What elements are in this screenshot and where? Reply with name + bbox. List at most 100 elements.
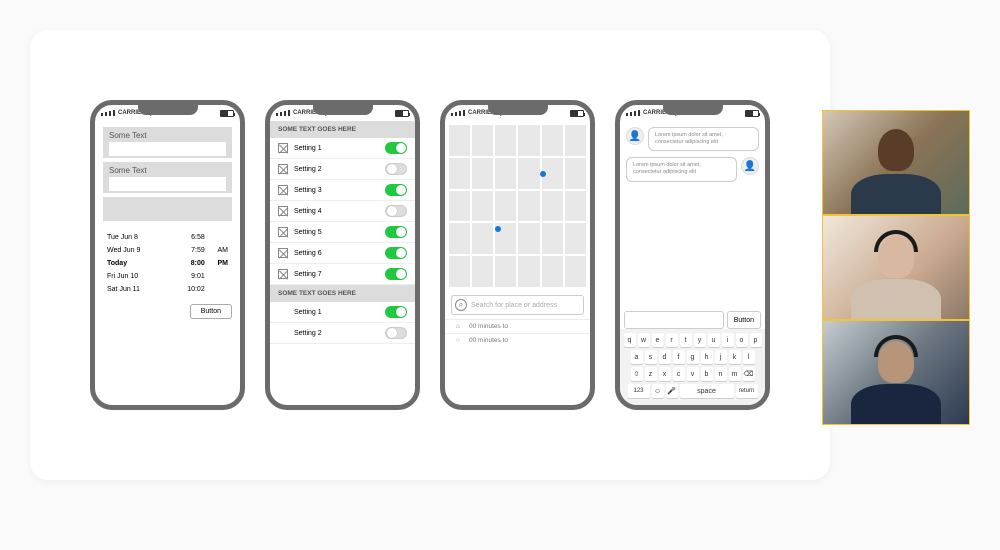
battery-icon xyxy=(745,110,759,117)
destination-other[interactable]: ○00 minutes to xyxy=(445,333,590,347)
video-participants-column xyxy=(822,110,970,425)
key-b[interactable]: b xyxy=(701,367,713,381)
key-p[interactable]: p xyxy=(750,333,762,347)
key-s[interactable]: s xyxy=(645,350,657,364)
key-y[interactable]: y xyxy=(694,333,706,347)
key-t[interactable]: t xyxy=(680,333,692,347)
key-l[interactable]: l xyxy=(743,350,755,364)
key-e[interactable]: e xyxy=(652,333,664,347)
destination-home[interactable]: ⌂00 minutes to xyxy=(445,319,590,333)
toggle-switch[interactable] xyxy=(385,163,407,175)
key-f[interactable]: f xyxy=(673,350,685,364)
key-m[interactable]: m xyxy=(729,367,741,381)
text-field-2[interactable]: Some Text xyxy=(103,162,232,193)
setting-row[interactable]: Setting 1 xyxy=(270,302,415,323)
toggle-switch[interactable] xyxy=(385,327,407,339)
message-bubble: Lorem ipsum dolor sit amet, consectetur … xyxy=(648,127,759,151)
signal-icon xyxy=(276,110,290,116)
key-u[interactable]: u xyxy=(708,333,720,347)
key-w[interactable]: w xyxy=(638,333,650,347)
search-icon: ⌕ xyxy=(455,299,467,311)
map-pin[interactable] xyxy=(495,226,501,232)
signal-icon xyxy=(626,110,640,116)
checkbox-icon[interactable] xyxy=(278,206,288,216)
setting-row[interactable]: Setting 4 xyxy=(270,201,415,222)
toggle-switch[interactable] xyxy=(385,268,407,280)
chat-message-sent: 👤 Lorem ipsum dolor sit amet, consectetu… xyxy=(620,151,765,181)
checkbox-icon[interactable] xyxy=(278,164,288,174)
key-i[interactable]: i xyxy=(722,333,734,347)
setting-row[interactable]: Setting 3 xyxy=(270,180,415,201)
battery-icon xyxy=(570,110,584,117)
key-emoji[interactable]: ☺ xyxy=(652,384,664,398)
key-q[interactable]: q xyxy=(624,333,636,347)
text-field-1[interactable]: Some Text xyxy=(103,127,232,158)
setting-row[interactable]: Setting 1 xyxy=(270,138,415,159)
toggle-switch[interactable] xyxy=(385,184,407,196)
key-mic[interactable]: 🎤 xyxy=(666,384,678,398)
key-r[interactable]: r xyxy=(666,333,678,347)
setting-row[interactable]: Setting 5 xyxy=(270,222,415,243)
map-view[interactable] xyxy=(445,121,590,291)
section-header: SOME TEXT GOES HERE xyxy=(270,121,415,138)
checkbox-icon[interactable] xyxy=(278,143,288,153)
checkbox-icon[interactable] xyxy=(278,269,288,279)
key-123[interactable]: 123 xyxy=(628,384,650,398)
message-input[interactable] xyxy=(624,311,724,329)
phone-mockup-settings: CARRIER⬙ SOME TEXT GOES HERE Setting 1Se… xyxy=(265,100,420,410)
setting-row[interactable]: Setting 7 xyxy=(270,264,415,285)
key-k[interactable]: k xyxy=(729,350,741,364)
key-h[interactable]: h xyxy=(701,350,713,364)
chat-message-received: 👤 Lorem ipsum dolor sit amet, consectetu… xyxy=(620,121,765,151)
key-v[interactable]: v xyxy=(687,367,699,381)
toggle-switch[interactable] xyxy=(385,226,407,238)
phone-notch xyxy=(488,105,548,115)
phone-notch xyxy=(138,105,198,115)
key-⌫[interactable]: ⌫ xyxy=(743,367,755,381)
map-search-input[interactable]: ⌕ Search for place or address xyxy=(451,295,584,315)
setting-row[interactable]: Setting 2 xyxy=(270,323,415,344)
avatar-icon: 👤 xyxy=(626,127,644,145)
phone-mockup-map: CARRIER⬙ ⌕ Search for place or address ⌂… xyxy=(440,100,595,410)
video-participant-tile[interactable] xyxy=(822,215,970,320)
toggle-switch[interactable] xyxy=(385,247,407,259)
key-c[interactable]: c xyxy=(673,367,685,381)
key-⇧[interactable]: ⇧ xyxy=(631,367,643,381)
setting-row[interactable]: Setting 2 xyxy=(270,159,415,180)
checkbox-icon[interactable] xyxy=(278,185,288,195)
checkbox-icon[interactable] xyxy=(278,227,288,237)
picker-row[interactable]: Tue Jun 86:58 xyxy=(107,231,228,244)
key-return[interactable]: return xyxy=(736,384,758,398)
setting-label: Setting 5 xyxy=(294,229,385,236)
checkbox-icon[interactable] xyxy=(278,248,288,258)
toggle-switch[interactable] xyxy=(385,205,407,217)
video-participant-tile[interactable] xyxy=(822,320,970,425)
key-d[interactable]: d xyxy=(659,350,671,364)
key-n[interactable]: n xyxy=(715,367,727,381)
submit-button[interactable]: Button xyxy=(190,304,232,319)
avatar-icon: 👤 xyxy=(741,157,759,175)
toggle-switch[interactable] xyxy=(385,142,407,154)
key-o[interactable]: o xyxy=(736,333,748,347)
date-time-picker[interactable]: Tue Jun 86:58 Wed Jun 97:59AM Today8:00P… xyxy=(103,231,232,296)
picker-row[interactable]: Sat Jun 1110:02 xyxy=(107,283,228,296)
key-x[interactable]: x xyxy=(659,367,671,381)
picker-row-selected[interactable]: Today8:00PM xyxy=(107,257,228,270)
map-pin[interactable] xyxy=(540,171,546,177)
send-button[interactable]: Button xyxy=(727,311,761,329)
key-a[interactable]: a xyxy=(631,350,643,364)
toggle-switch[interactable] xyxy=(385,306,407,318)
keyboard[interactable]: qwertyuiop asdfghjkl ⇧zxcvbnm⌫ 123 ☺ 🎤 s… xyxy=(620,329,765,405)
video-participant-tile[interactable] xyxy=(822,110,970,215)
setting-row[interactable]: Setting 6 xyxy=(270,243,415,264)
key-j[interactable]: j xyxy=(715,350,727,364)
signal-icon xyxy=(451,110,465,116)
setting-label: Setting 4 xyxy=(294,208,385,215)
picker-row[interactable]: Fri Jun 109:01 xyxy=(107,270,228,283)
key-z[interactable]: z xyxy=(645,367,657,381)
content-block xyxy=(103,197,232,221)
key-space[interactable]: space xyxy=(680,384,734,398)
picker-row[interactable]: Wed Jun 97:59AM xyxy=(107,244,228,257)
key-g[interactable]: g xyxy=(687,350,699,364)
phone-notch xyxy=(663,105,723,115)
